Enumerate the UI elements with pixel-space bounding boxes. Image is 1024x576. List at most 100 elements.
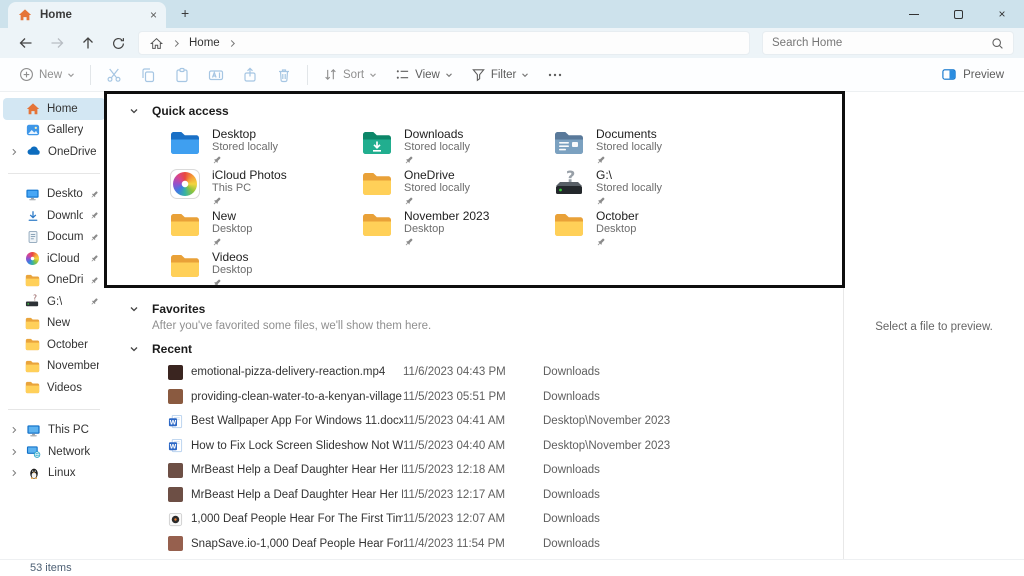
quick-access-item-g-drive[interactable]: ? G:\ Stored locally xyxy=(552,169,744,210)
share-button[interactable] xyxy=(233,61,267,89)
quick-access-item-icloud-photos[interactable]: iCloud Photos This PC xyxy=(168,169,360,210)
maximize-icon xyxy=(954,10,963,19)
section-header-quick-access[interactable]: Quick access xyxy=(129,104,843,118)
sort-button-label: Sort xyxy=(343,69,364,81)
tab-home[interactable]: Home × xyxy=(8,2,166,28)
chevron-right-icon[interactable] xyxy=(10,469,18,477)
onedrive-cloud-icon xyxy=(26,144,41,159)
file-row[interactable]: MrBeast Help a Deaf Daughter Hear Her Mo… xyxy=(129,483,843,508)
sidebar-item-october[interactable]: October xyxy=(3,334,105,356)
delete-button[interactable] xyxy=(267,61,301,89)
quick-access-grid: Desktop Stored locally Downloads Stored … xyxy=(168,128,843,292)
file-location: Downloads xyxy=(543,489,600,501)
sidebar-item-downloads[interactable]: Downloads xyxy=(3,205,105,227)
minimize-button[interactable] xyxy=(892,0,936,28)
file-row[interactable]: 1,000 Deaf People Hear For The First Tim… xyxy=(129,507,843,532)
favorites-empty-message: After you've favorited some files, we'll… xyxy=(152,320,843,332)
pin-icon xyxy=(212,196,287,206)
tab-close-icon[interactable]: × xyxy=(150,9,157,21)
explorer-body: Home Gallery OneDrive - Persona Desktop … xyxy=(0,92,1024,559)
forward-button[interactable] xyxy=(41,30,72,56)
sidebar-item-g-drive[interactable]: ? G:\ xyxy=(3,291,105,313)
chevron-right-icon[interactable] xyxy=(10,148,18,156)
quick-access-item-downloads[interactable]: Downloads Stored locally xyxy=(360,128,552,169)
sidebar-item-new[interactable]: New xyxy=(3,313,105,335)
breadcrumb-chevron-icon[interactable] xyxy=(229,39,236,48)
section-header-recent[interactable]: Recent xyxy=(129,342,843,356)
more-options-button[interactable] xyxy=(538,61,572,89)
pin-icon xyxy=(90,233,99,242)
sidebar-item-home[interactable]: Home xyxy=(3,98,105,120)
file-location: Desktop\November 2023 xyxy=(543,415,670,427)
filter-button[interactable]: Filter xyxy=(462,61,539,89)
filter-icon xyxy=(471,67,486,82)
file-name: MrBeast Help a Deaf Daughter Hear Her Mo… xyxy=(191,464,403,476)
section-title: Favorites xyxy=(152,302,205,316)
sidebar-item-documents[interactable]: Documents xyxy=(3,227,105,249)
chevron-right-icon[interactable] xyxy=(10,448,18,456)
search-input[interactable] xyxy=(772,37,991,49)
sidebar-item-this-pc[interactable]: This PC xyxy=(3,420,105,442)
copy-button[interactable] xyxy=(131,61,165,89)
sidebar-item-icloud-photos[interactable]: iCloud Photos xyxy=(3,248,105,270)
quick-access-item-november-2023[interactable]: November 2023 Desktop xyxy=(360,210,552,251)
file-row[interactable]: MrBeast Help a Deaf Daughter Hear Her Mo… xyxy=(129,458,843,483)
cut-button[interactable] xyxy=(97,61,131,89)
quick-access-item-videos[interactable]: Videos Desktop xyxy=(168,251,360,292)
sidebar-item-november-2023[interactable]: November 2023 xyxy=(3,356,105,378)
file-row[interactable]: W Best Wallpaper App For Windows 11.docx… xyxy=(129,409,843,434)
items-count: 53 items xyxy=(30,562,72,574)
sidebar-item-gallery[interactable]: Gallery xyxy=(3,120,105,142)
file-row[interactable]: W How to Fix Lock Screen Slideshow Not W… xyxy=(129,434,843,459)
rename-button[interactable] xyxy=(199,61,233,89)
home-icon xyxy=(25,101,40,116)
preview-toggle-button[interactable]: Preview xyxy=(931,61,1014,89)
sidebar-divider xyxy=(8,173,100,174)
item-name: G:\ xyxy=(596,169,662,182)
back-button[interactable] xyxy=(10,30,41,56)
chevron-down-icon[interactable] xyxy=(129,344,139,354)
file-row[interactable]: SnapSave.io-1,000 Deaf People Hear For T… xyxy=(129,532,843,557)
quick-access-item-october[interactable]: October Desktop xyxy=(552,210,744,251)
desktop-icon xyxy=(25,187,40,202)
file-row[interactable]: providing-clean-water-to-a-kenyan-villag… xyxy=(129,385,843,410)
quick-access-item-documents[interactable]: Documents Stored locally xyxy=(552,128,744,169)
item-sublabel: Stored locally xyxy=(596,182,662,195)
toolbar-divider xyxy=(307,65,308,85)
breadcrumb-item-home[interactable]: Home xyxy=(189,37,220,49)
sidebar-item-videos[interactable]: Videos xyxy=(3,377,105,399)
close-button[interactable]: × xyxy=(980,0,1024,28)
chevron-right-icon[interactable] xyxy=(10,426,18,434)
video-thumbnail-icon xyxy=(168,463,183,478)
search-box[interactable] xyxy=(762,31,1014,55)
sidebar-item-onedrive-folder[interactable]: OneDrive xyxy=(3,270,105,292)
sidebar-item-onedrive-personal[interactable]: OneDrive - Persona xyxy=(3,141,105,163)
sort-button[interactable]: Sort xyxy=(314,61,386,89)
sidebar-item-desktop[interactable]: Desktop xyxy=(3,184,105,206)
yellow-folder-icon xyxy=(168,251,202,281)
paste-button[interactable] xyxy=(165,61,199,89)
search-icon[interactable] xyxy=(991,37,1004,50)
address-bar[interactable]: Home xyxy=(138,31,750,55)
chevron-down-icon[interactable] xyxy=(129,304,139,314)
up-button[interactable] xyxy=(72,30,103,56)
new-button[interactable]: New xyxy=(10,61,84,89)
quick-access-item-onedrive[interactable]: OneDrive Stored locally xyxy=(360,169,552,210)
video-thumbnail-icon xyxy=(168,536,183,551)
sidebar-item-network[interactable]: Network xyxy=(3,441,105,463)
chevron-down-icon[interactable] xyxy=(129,106,139,116)
quick-access-item-new[interactable]: New Desktop xyxy=(168,210,360,251)
sidebar-item-linux[interactable]: Linux xyxy=(3,463,105,485)
file-row[interactable]: emotional-pizza-delivery-reaction.mp4 11… xyxy=(129,360,843,385)
item-sublabel: Desktop xyxy=(212,264,252,277)
section-header-favorites[interactable]: Favorites xyxy=(129,302,843,316)
maximize-button[interactable] xyxy=(936,0,980,28)
view-button[interactable]: View xyxy=(386,61,462,89)
refresh-button[interactable] xyxy=(103,30,134,56)
minimize-icon xyxy=(909,14,919,15)
quick-access-item-desktop[interactable]: Desktop Stored locally xyxy=(168,128,360,169)
this-pc-icon xyxy=(26,423,41,438)
new-tab-button[interactable]: + xyxy=(181,5,189,21)
pin-icon xyxy=(212,278,252,288)
new-button-label: New xyxy=(39,69,62,81)
